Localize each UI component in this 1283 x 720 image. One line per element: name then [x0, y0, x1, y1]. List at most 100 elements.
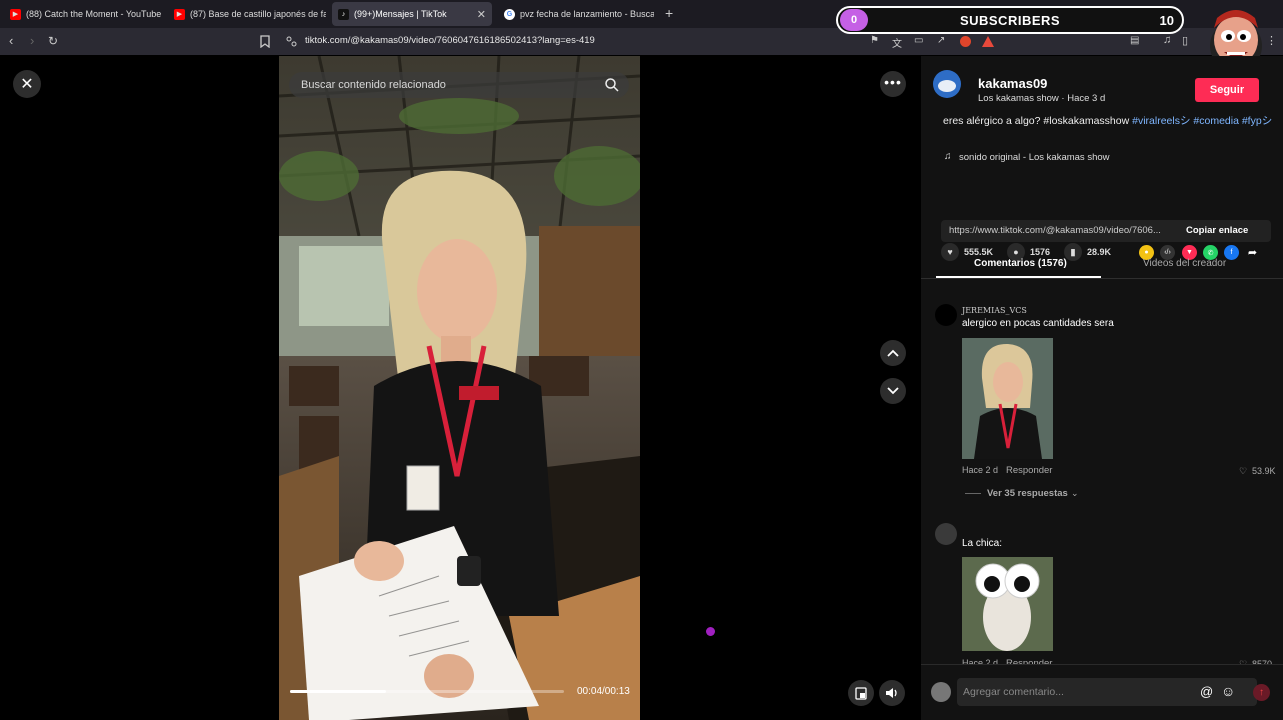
close-tab-icon[interactable]: ✕	[477, 8, 486, 21]
comment-input-placeholder: Agregar comentario...	[963, 686, 1064, 698]
share-page-icon[interactable]: ↗	[937, 35, 945, 46]
next-video-button[interactable]	[880, 378, 906, 404]
tab-comments[interactable]: Comentarios (1576)	[974, 258, 1067, 269]
subscriber-counter-overlay: 0 SUBSCRIBERS 10	[836, 6, 1184, 34]
tab-creator-videos[interactable]: Videos del creador	[1143, 258, 1226, 269]
commenter-avatar[interactable]	[935, 523, 957, 545]
replies-line	[965, 493, 981, 494]
facebook-icon[interactable]: f	[1224, 245, 1239, 260]
more-options-button[interactable]: •••	[880, 71, 906, 97]
comment-input-bar: Agregar comentario... @ ☺ ↑	[921, 664, 1283, 720]
tab-youtube-catch-the-moment[interactable]: ▶ (88) Catch the Moment - YouTube	[4, 2, 164, 26]
extension-icon[interactable]: ⚑	[870, 35, 879, 46]
ublock-icon[interactable]	[960, 36, 971, 47]
author-avatar-image	[933, 70, 961, 98]
new-tab-button[interactable]: +	[665, 5, 673, 21]
copy-link-button[interactable]: Copiar enlace	[1186, 225, 1248, 236]
more-dots-icon: •••	[884, 74, 902, 90]
youtube-icon: ▶	[10, 8, 21, 20]
like-count: 555.5K	[964, 247, 994, 257]
view-replies-button[interactable]: Ver 35 respuestas	[987, 488, 1068, 499]
comment-input[interactable]: Agregar comentario... @ ☺	[957, 678, 1257, 706]
reader-view-icon[interactable]: ▤	[1130, 35, 1139, 46]
hashtag-link[interactable]: #viralreelsシ	[1132, 115, 1190, 127]
comment-like-count: 53.9K	[1252, 466, 1276, 476]
tab-tiktok-mensajes[interactable]: ♪ (99+)Mensajes | TikTok ✕	[332, 2, 492, 26]
tab-label: pvz fecha de lanzamiento - Buscar co	[520, 9, 654, 19]
comment-image-thumbnail[interactable]	[962, 338, 1053, 459]
save-stat[interactable]: ▮ 28.9K	[1064, 243, 1111, 261]
alert-icon[interactable]	[982, 36, 994, 47]
video-details-panel: kakamas09 Los kakamas show · Hace 3 d Se…	[921, 56, 1283, 720]
comment-heart-icon[interactable]: ♡	[1239, 466, 1247, 477]
chevron-down-icon: ⌄	[1071, 488, 1079, 498]
volume-button[interactable]	[879, 680, 905, 706]
video-progress-bar[interactable]	[290, 690, 564, 693]
author-subtitle: Los kakamas show · Hace 3 d	[978, 93, 1106, 104]
hashtag-link[interactable]: #fypシ	[1242, 115, 1272, 127]
heart-icon: ♥	[941, 243, 959, 261]
back-arrow-icon[interactable]: ‹	[9, 33, 13, 48]
chevron-up-icon	[887, 349, 899, 357]
video-link-url[interactable]: https://www.tiktok.com/@kakamas09/video/…	[949, 225, 1161, 236]
follow-button[interactable]: Seguir	[1195, 78, 1259, 102]
reply-button[interactable]: Responder	[1006, 465, 1052, 476]
forward-arrow-icon[interactable]: ›	[30, 33, 34, 48]
more-share-icon[interactable]: ➦	[1245, 245, 1260, 260]
subscriber-count: 10	[1159, 13, 1174, 28]
youtube-icon: ▶	[174, 8, 185, 20]
send-comment-button[interactable]: ↑	[1253, 684, 1270, 701]
video-timecode: 00:04/00:13	[577, 686, 630, 697]
emoji-icon[interactable]: ☺	[1221, 683, 1235, 699]
tab-label: (88) Catch the Moment - YouTube	[26, 9, 162, 19]
screenshot-icon[interactable]: ▭	[914, 35, 923, 46]
translate-icon[interactable]: 文	[892, 35, 902, 50]
site-settings-icon[interactable]	[286, 36, 297, 47]
search-input[interactable]: Buscar contenido relacionado	[301, 79, 446, 91]
tiktok-icon: ♪	[338, 8, 349, 20]
mention-icon[interactable]: @	[1200, 684, 1213, 699]
chevron-down-icon	[887, 387, 899, 395]
close-icon: ✕	[20, 76, 34, 93]
commenter-avatar[interactable]	[935, 304, 957, 326]
tab-label: (87) Base de castillo japonés de fanta	[190, 9, 326, 19]
volume-icon	[886, 688, 897, 698]
cursor-indicator	[706, 627, 715, 636]
copy-link-box: https://www.tiktok.com/@kakamas09/video/…	[941, 220, 1271, 242]
close-video-button[interactable]: ✕	[13, 70, 41, 98]
user-avatar	[931, 682, 951, 702]
video-caption: eres alérgico a algo? #loskakamasshow #v…	[943, 114, 1273, 129]
reload-icon[interactable]: ↻	[48, 34, 58, 48]
hashtag-link[interactable]: #comedia	[1193, 115, 1239, 127]
comment-count: 1576	[1030, 247, 1051, 257]
sidebar-icon[interactable]: ▯	[1182, 34, 1188, 47]
author-username[interactable]: kakamas09	[978, 76, 1047, 91]
google-icon: G	[504, 8, 515, 20]
tab-divider	[921, 278, 1283, 279]
address-bar-url[interactable]: tiktok.com/@kakamas09/video/760604761618…	[305, 35, 595, 46]
bookmark-icon[interactable]	[260, 35, 270, 48]
subscriber-label: SUBSCRIBERS	[959, 13, 1061, 28]
comment-text: alergico en pocas cantidades sera	[962, 318, 1114, 329]
tab-label: (99+)Mensajes | TikTok	[354, 9, 447, 19]
media-icon[interactable]: ♫	[1163, 34, 1171, 46]
tab-google-search[interactable]: G pvz fecha de lanzamiento - Buscar co	[498, 2, 654, 26]
video-frame-image	[279, 56, 640, 720]
comment-time: Hace 2 d	[962, 465, 999, 475]
save-count: 28.9K	[1087, 247, 1112, 257]
music-note-icon: ♫	[944, 151, 952, 162]
floating-player-button[interactable]	[848, 680, 874, 706]
tab-youtube-base-castillo[interactable]: ▶ (87) Base de castillo japonés de fanta	[168, 2, 326, 26]
menu-grid-icon[interactable]: ⋮	[1266, 34, 1277, 47]
previous-video-button[interactable]	[880, 340, 906, 366]
comment-username[interactable]: JEREMIAS_VCS	[962, 306, 1027, 315]
video-progress-fill	[290, 690, 386, 693]
author-avatar[interactable]	[933, 70, 961, 98]
comment-text: La chica:	[962, 538, 1003, 549]
video-player[interactable]	[279, 56, 640, 720]
comment-image-thumbnail[interactable]	[962, 557, 1053, 651]
related-content-search[interactable]: Buscar contenido relacionado	[289, 72, 629, 98]
sound-link[interactable]: sonido original - Los kakamas show	[959, 152, 1110, 163]
floating-player-icon	[855, 686, 867, 700]
search-icon[interactable]	[604, 77, 619, 92]
